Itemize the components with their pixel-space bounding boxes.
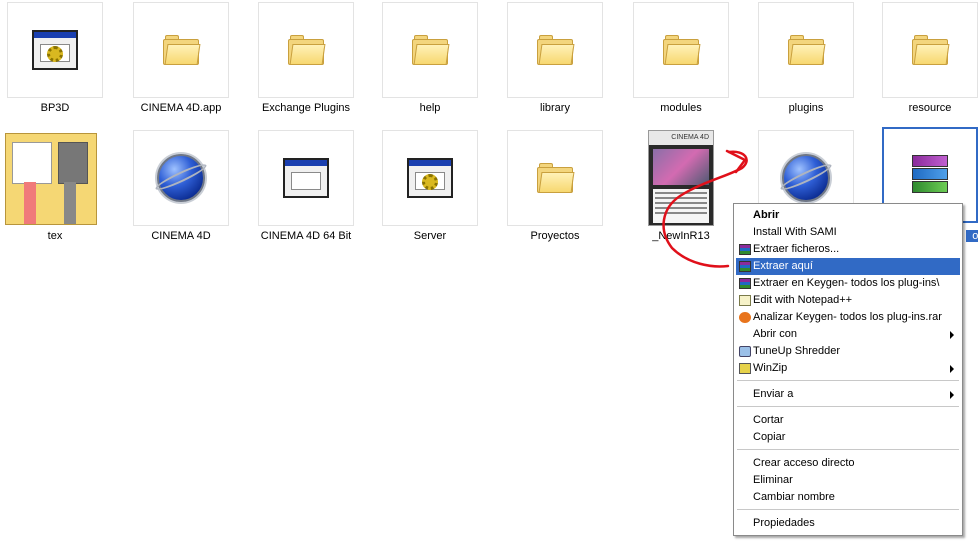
folder-plugins[interactable]: plugins <box>746 2 866 126</box>
notepad-icon <box>739 295 751 306</box>
menu-item-extraer-en-keygen[interactable]: Extraer en Keygen- todos los plug-ins\ <box>736 275 960 292</box>
menu-item-cambiar-nombre[interactable]: Cambiar nombre <box>736 489 960 506</box>
folder-icon <box>507 2 603 98</box>
folder-icon <box>882 2 978 98</box>
context-menu: Abrir Install With SAMI Extraer ficheros… <box>733 203 963 536</box>
shredder-icon <box>739 346 751 357</box>
menu-item-copiar[interactable]: Copiar <box>736 429 960 446</box>
file-label: BP3D <box>40 102 70 114</box>
menu-item-extraer-aqui[interactable]: Extraer aquí <box>736 258 960 275</box>
folder-icon <box>507 130 603 226</box>
folder-tex[interactable]: tex <box>0 130 115 254</box>
menu-item-abrir[interactable]: Abrir <box>736 207 960 224</box>
menu-item-analizar[interactable]: Analizar Keygen- todos los plug-ins.rar <box>736 309 960 326</box>
winrar-icon <box>739 278 751 289</box>
folder-cinema4d-app[interactable]: CINEMA 4D.app <box>121 2 241 126</box>
submenu-arrow-icon <box>950 391 954 399</box>
menu-separator <box>737 449 959 450</box>
file-label: resource <box>908 102 952 114</box>
folder-resource[interactable]: resource <box>870 2 978 126</box>
folder-library[interactable]: library <box>495 2 615 126</box>
folder-icon <box>133 2 229 98</box>
menu-item-install-with-sami[interactable]: Install With SAMI <box>736 224 960 241</box>
cinema4d-globe-icon <box>133 130 229 226</box>
menu-separator <box>737 406 959 407</box>
file-label: modules <box>660 102 702 114</box>
menu-item-edit-notepad[interactable]: Edit with Notepad++ <box>736 292 960 309</box>
antivirus-icon <box>739 312 751 323</box>
installer-gear-window-icon <box>7 2 103 98</box>
menu-item-enviar-a[interactable]: Enviar a <box>736 386 960 403</box>
thumbnail-brand: CINEMA 4D <box>649 131 713 145</box>
file-label: CINEMA 4D 64 Bit <box>260 230 352 242</box>
winzip-icon <box>739 363 751 374</box>
winrar-icon <box>739 261 751 272</box>
folder-modules[interactable]: modules <box>621 2 741 126</box>
folder-icon <box>258 2 354 98</box>
file-label: _NewInR13 <box>652 230 710 242</box>
folder-exchange-plugins[interactable]: Exchange Plugins <box>246 2 366 126</box>
file-label-selected: os <box>966 230 978 242</box>
folder-help[interactable]: help <box>370 2 490 126</box>
menu-separator <box>737 509 959 510</box>
menu-item-propiedades[interactable]: Propiedades <box>736 515 960 532</box>
file-label: Proyectos <box>530 230 580 242</box>
application-window-icon <box>258 130 354 226</box>
texture-folder-icon <box>5 133 97 225</box>
file-label: Exchange Plugins <box>261 102 351 114</box>
winrar-icon <box>739 244 751 255</box>
submenu-arrow-icon <box>950 331 954 339</box>
menu-item-winzip[interactable]: WinZip <box>736 360 960 377</box>
menu-separator <box>737 380 959 381</box>
menu-item-abrir-con[interactable]: Abrir con <box>736 326 960 343</box>
folder-proyectos[interactable]: Proyectos <box>495 130 615 254</box>
menu-item-tuneup-shredder[interactable]: TuneUp Shredder <box>736 343 960 360</box>
file-label: help <box>419 102 441 114</box>
menu-item-extraer-ficheros[interactable]: Extraer ficheros... <box>736 241 960 258</box>
image-thumbnail-icon: CINEMA 4D <box>648 130 714 226</box>
file-label: tex <box>47 230 63 242</box>
file-server[interactable]: Server <box>370 130 490 254</box>
file-cinema4d[interactable]: CINEMA 4D <box>121 130 241 254</box>
file-newinr13[interactable]: CINEMA 4D _NewInR13 <box>621 130 741 254</box>
menu-item-eliminar[interactable]: Eliminar <box>736 472 960 489</box>
installer-gear-window-icon <box>382 130 478 226</box>
file-label: CINEMA 4D.app <box>140 102 222 114</box>
file-bp3d[interactable]: BP3D <box>0 2 115 126</box>
file-label: library <box>540 102 570 114</box>
folder-icon <box>758 2 854 98</box>
menu-item-crear-acceso-directo[interactable]: Crear acceso directo <box>736 455 960 472</box>
submenu-arrow-icon <box>950 365 954 373</box>
file-cinema4d-64bit[interactable]: CINEMA 4D 64 Bit <box>246 130 366 254</box>
menu-item-cortar[interactable]: Cortar <box>736 412 960 429</box>
folder-icon <box>382 2 478 98</box>
file-label: Server <box>413 230 447 242</box>
file-label: CINEMA 4D <box>151 230 211 242</box>
file-label: plugins <box>788 102 824 114</box>
folder-icon <box>633 2 729 98</box>
